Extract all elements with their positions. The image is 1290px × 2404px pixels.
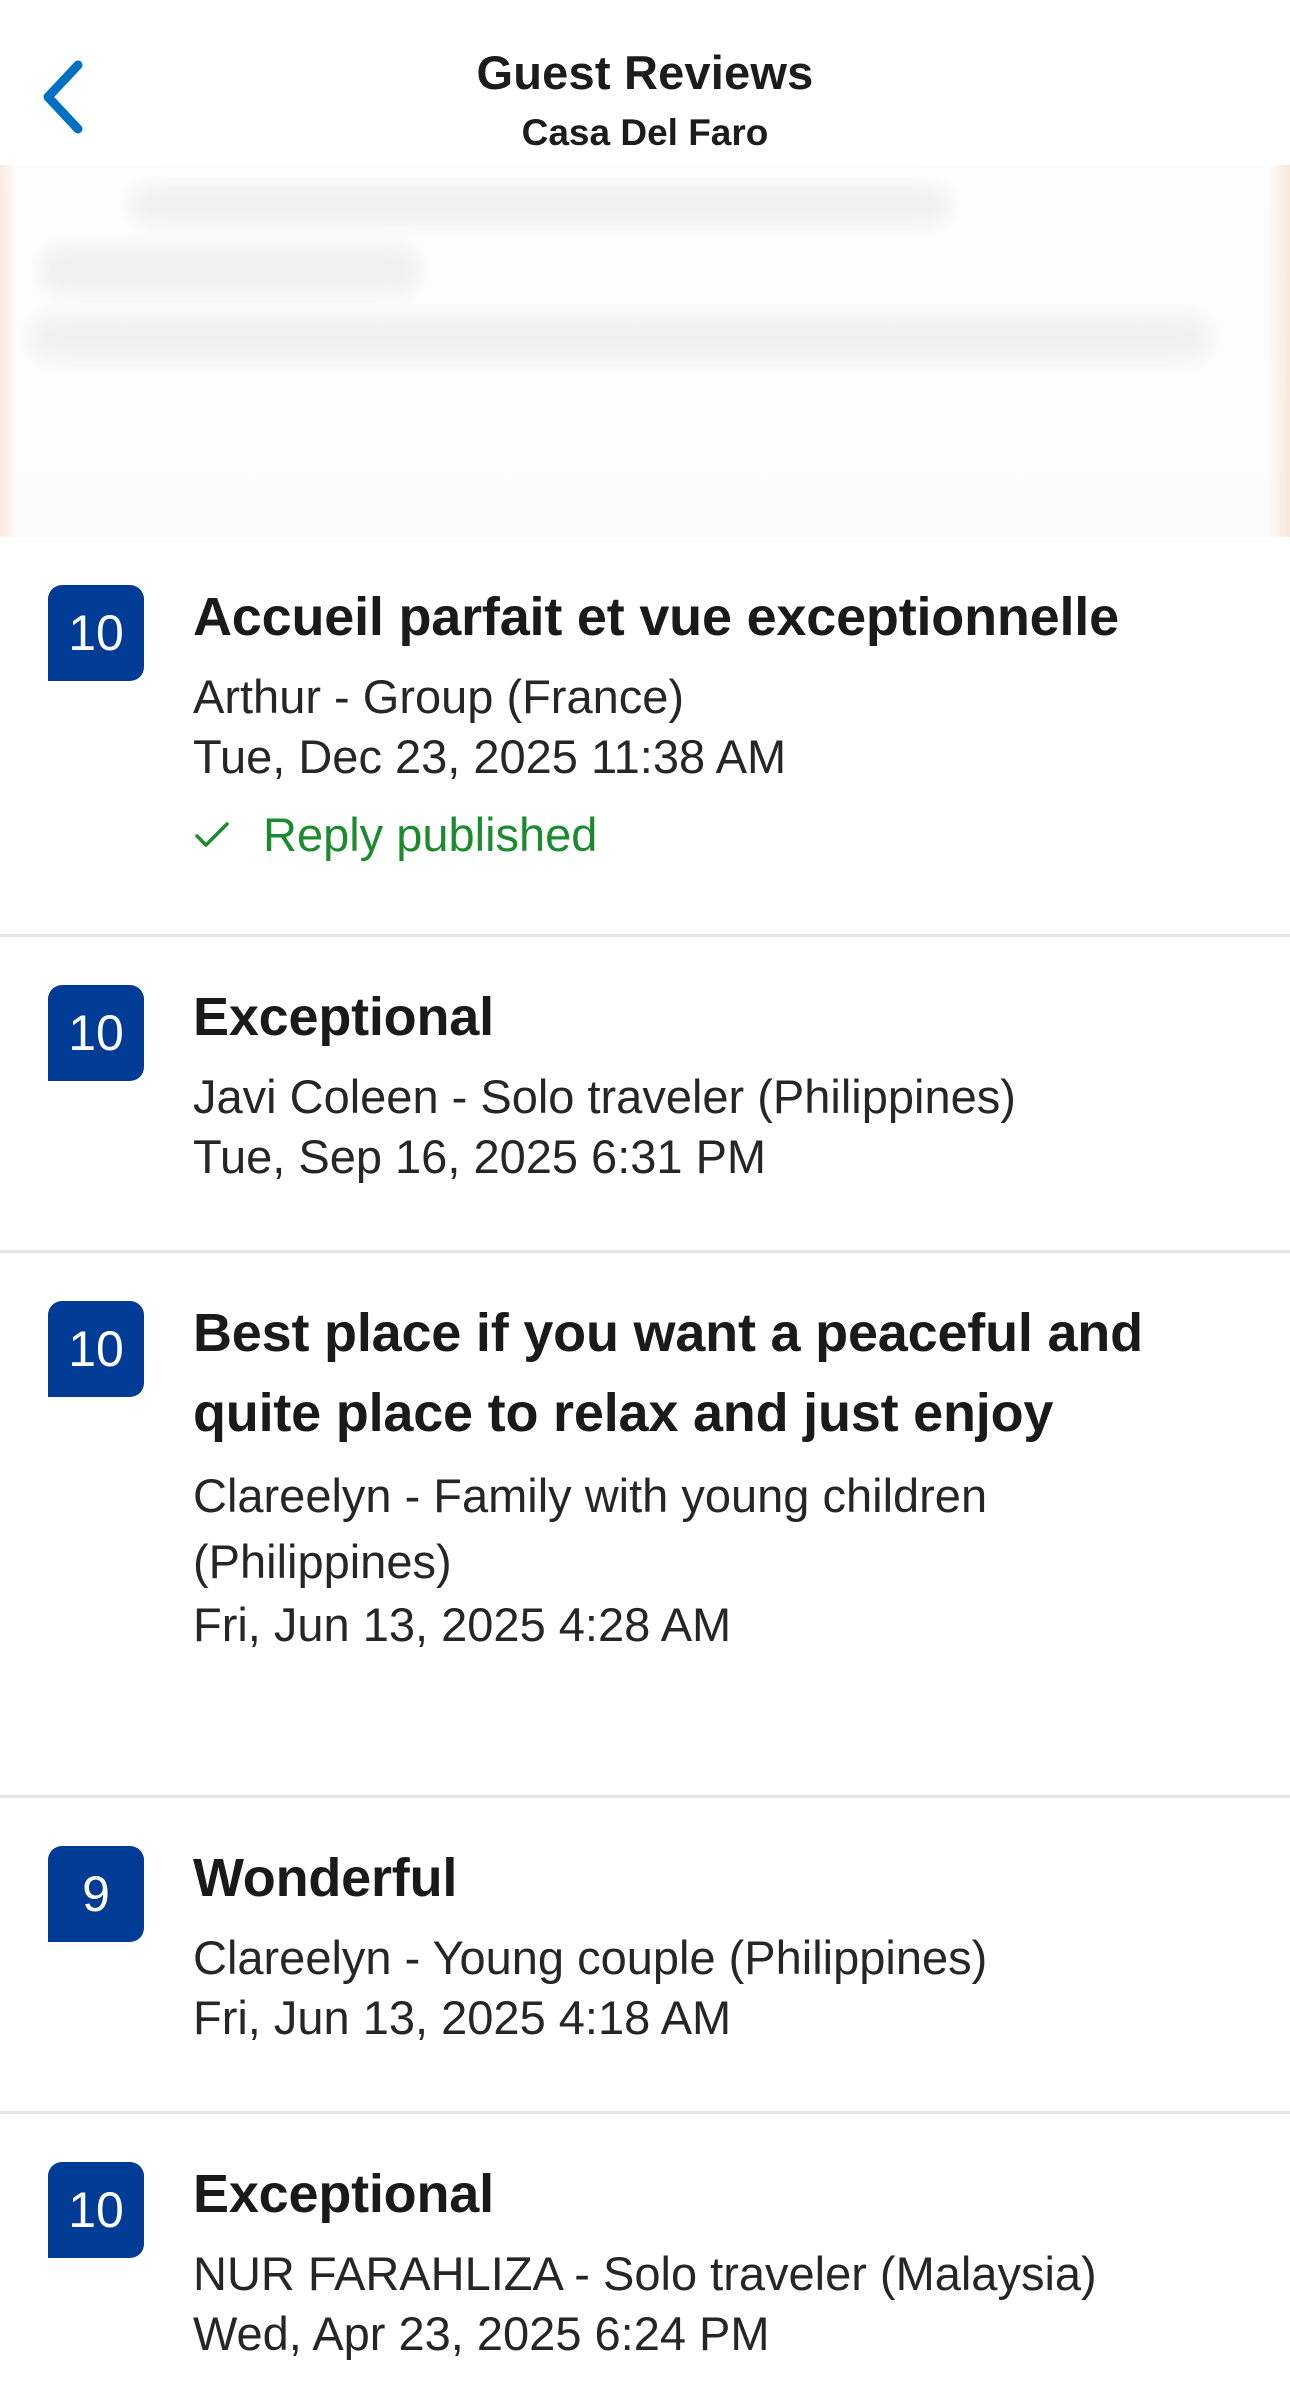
- reviewer-info: Javi Coleen - Solo traveler (Philippines…: [193, 1070, 1016, 1123]
- score-badge: 9: [48, 1846, 144, 1942]
- review-title: Best place if you want a peaceful and qu…: [193, 1303, 1143, 1443]
- reviewer-info: Arthur - Group (France): [193, 670, 685, 723]
- header: Guest Reviews Casa Del Faro: [0, 0, 1290, 165]
- review-title: Wonderful: [193, 1848, 458, 1908]
- review-title: Exceptional: [193, 2164, 494, 2224]
- score-badge: 10: [48, 985, 144, 1081]
- reply-status: Reply published: [193, 805, 1260, 865]
- review-date: Wed, Apr 23, 2025 6:24 PM: [193, 2307, 770, 2360]
- reviewer-info: Clareelyn - Young couple (Philippines): [193, 1931, 988, 1984]
- reviewer-info: NUR FARAHLIZA - Solo traveler (Malaysia): [193, 2247, 1097, 2300]
- review-item[interactable]: 10 Exceptional Javi Coleen - Solo travel…: [0, 937, 1290, 1253]
- score-badge: 10: [48, 2162, 144, 2258]
- score-badge: 10: [48, 585, 144, 681]
- guest-reviews-screen: Guest Reviews Casa Del Faro 10 Accueil p…: [0, 0, 1290, 2404]
- page-title: Guest Reviews: [476, 46, 814, 99]
- obscured-banner: [0, 165, 1290, 537]
- reply-status-label: Reply published: [263, 808, 598, 861]
- review-date: Tue, Dec 23, 2025 11:38 AM: [193, 730, 787, 783]
- review-title: Accueil parfait et vue exceptionnelle: [193, 587, 1119, 647]
- reviewer-info: Clareelyn - Family with young children (…: [193, 1469, 988, 1588]
- review-item[interactable]: 10 Exceptional NUR FARAHLIZA - Solo trav…: [0, 2114, 1290, 2404]
- review-date: Fri, Jun 13, 2025 4:18 AM: [193, 1991, 732, 2044]
- property-name: Casa Del Faro: [521, 112, 769, 153]
- review-item[interactable]: 10 Best place if you want a peaceful and…: [0, 1253, 1290, 1798]
- review-date: Fri, Jun 13, 2025 4:28 AM: [193, 1598, 732, 1651]
- score-badge: 10: [48, 1301, 144, 1397]
- review-date: Tue, Sep 16, 2025 6:31 PM: [193, 1130, 767, 1183]
- review-title: Exceptional: [193, 987, 494, 1047]
- review-item[interactable]: 9 Wonderful Clareelyn - Young couple (Ph…: [0, 1798, 1290, 2114]
- checkmark-icon: [193, 810, 263, 860]
- review-item[interactable]: 10 Accueil parfait et vue exceptionnelle…: [0, 537, 1290, 937]
